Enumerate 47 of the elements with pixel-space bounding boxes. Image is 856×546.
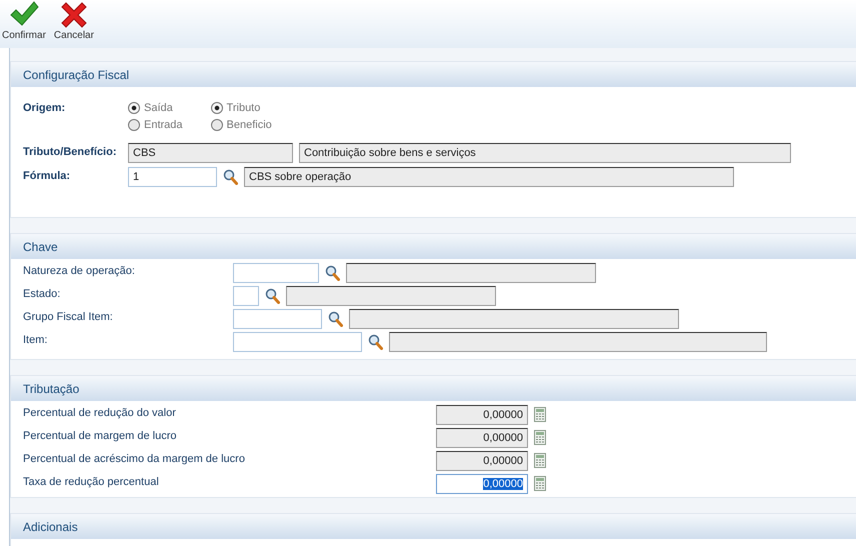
search-icon[interactable] — [328, 311, 343, 327]
panel-title: Configuração Fiscal — [11, 62, 856, 87]
field-label: Origem: — [23, 101, 66, 114]
calculator-icon[interactable] — [534, 453, 546, 468]
radio-icon[interactable] — [210, 118, 223, 130]
code-field[interactable] — [233, 332, 362, 352]
radio-option[interactable]: Beneficio — [210, 116, 272, 133]
number-field[interactable]: 0,00000 — [436, 428, 528, 448]
field-label: Percentual de acréscimo da margem de lucro — [23, 452, 246, 465]
calculator-icon[interactable] — [534, 407, 546, 422]
formula-field[interactable]: 1 — [128, 167, 217, 187]
number-field[interactable]: 0,00000 — [436, 451, 528, 471]
field-label: Estado: — [23, 287, 62, 300]
radio-icon[interactable] — [210, 102, 223, 114]
number-field[interactable]: 0,00000 — [436, 405, 528, 425]
code-field[interactable] — [233, 309, 322, 329]
description-field: CBS sobre operação — [244, 167, 734, 187]
radio-icon[interactable] — [128, 118, 140, 130]
number-field[interactable]: 0,00000 — [436, 474, 528, 494]
field-label: Item: — [23, 333, 48, 346]
field-label: Grupo Fiscal Item: — [23, 310, 114, 323]
radio-option[interactable]: Saída — [128, 99, 183, 116]
search-icon[interactable] — [265, 288, 280, 304]
search-icon[interactable] — [223, 169, 238, 185]
panel-title: Adicionais — [11, 514, 856, 539]
cross-icon — [58, 0, 89, 30]
code-field: CBS — [128, 143, 293, 163]
field-label: Natureza de operação: — [23, 264, 136, 277]
radio-icon[interactable] — [128, 102, 140, 114]
field-label: Tributo/Benefício: — [23, 145, 118, 158]
calculator-icon[interactable] — [534, 476, 546, 491]
panel-title: Tributação — [11, 376, 856, 401]
calculator-icon[interactable] — [534, 430, 546, 445]
cancel-button[interactable]: Cancelar — [52, 0, 96, 41]
search-icon[interactable] — [325, 265, 340, 281]
radio-option[interactable]: Tributo — [210, 99, 272, 116]
field-label: Taxa de redução percentual — [23, 475, 160, 488]
confirm-button[interactable]: Confirmar — [0, 0, 48, 41]
field-label: Percentual de redução do valor — [23, 406, 177, 419]
field-label: Fórmula: — [23, 169, 72, 182]
code-field[interactable] — [233, 263, 319, 283]
field-label: Percentual de margem de lucro — [23, 429, 178, 442]
radio-option[interactable]: Entrada — [128, 116, 183, 133]
search-icon[interactable] — [368, 334, 383, 350]
code-field[interactable] — [233, 286, 259, 306]
panel-title: Chave — [11, 234, 856, 259]
description-field: Contribuição sobre bens e serviços — [299, 143, 791, 163]
